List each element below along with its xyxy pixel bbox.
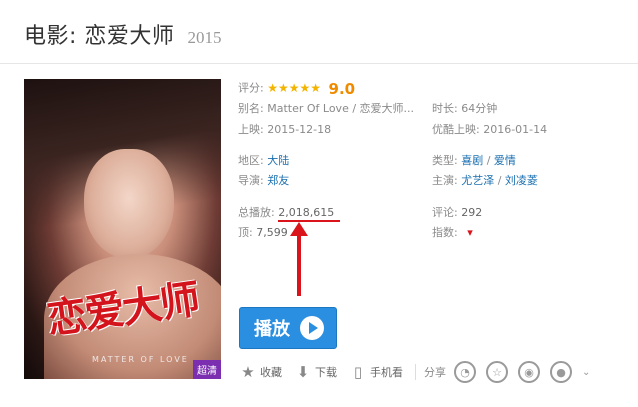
- youku-release-value: 2016-01-14: [483, 123, 548, 136]
- annotation-arrow: [297, 232, 301, 296]
- half-star-icon: ★: [310, 81, 322, 95]
- region-row: 地区: 大陆: [238, 153, 289, 169]
- header-divider: [0, 63, 638, 64]
- star-icon: ★: [267, 81, 278, 95]
- comments-value: 292: [461, 206, 483, 219]
- action-bar: ★ 收藏 ⬇ 下载 ▯ 手机看 分享 ◔ ☆ ◉ ● ⌄: [239, 361, 590, 383]
- genre-link[interactable]: 喜剧: [461, 154, 483, 167]
- youku-release-row: 优酷上映: 2016-01-14: [432, 122, 547, 138]
- comments-row: 评论: 292: [432, 205, 482, 221]
- poster-face: [84, 149, 174, 259]
- genre-label: 类型:: [432, 154, 458, 167]
- alias-row: 别名: Matter Of Love / 恋爱大师...: [238, 101, 414, 117]
- poster-subtitle-art: MATTER OF LOVE: [92, 355, 189, 364]
- plays-value: 2,018,615: [278, 206, 335, 219]
- play-icon: [300, 316, 324, 340]
- star-icon: ★: [299, 81, 311, 95]
- favorite-button[interactable]: ★ 收藏: [239, 363, 282, 381]
- region-link[interactable]: 大陆: [267, 154, 289, 167]
- youku-release-label: 优酷上映:: [432, 123, 480, 136]
- mobile-label: 手机看: [370, 366, 403, 379]
- index-label: 指数:: [432, 226, 458, 239]
- cast-separator: /: [497, 174, 505, 187]
- likes-row: 顶: 7,599: [238, 225, 288, 241]
- director-label: 导演:: [238, 174, 264, 187]
- rating-stars: ★★★★★: [267, 80, 321, 97]
- plays-row: 总播放: 2,018,615: [238, 205, 334, 221]
- movie-title: 电影: 恋爱大师: [24, 24, 175, 49]
- favorite-star-icon[interactable]: ☆: [486, 361, 508, 383]
- cast-link[interactable]: 尤艺泽: [461, 174, 494, 187]
- plays-underline: [278, 220, 340, 222]
- release-row: 上映: 2015-12-18: [238, 122, 331, 138]
- genre-row: 类型: 喜剧 / 爱情: [432, 153, 516, 169]
- likes-value: 7,599: [256, 226, 288, 239]
- genre-separator: /: [486, 154, 494, 167]
- movie-year: 2015: [187, 28, 222, 47]
- star-icon: ★: [288, 81, 300, 95]
- star-icon: ★: [277, 81, 289, 95]
- plays-label: 总播放:: [238, 206, 275, 219]
- play-button[interactable]: 播放: [239, 307, 337, 349]
- download-icon: ⬇: [296, 363, 310, 381]
- index-row: 指数: ▾: [432, 225, 473, 241]
- genre-link[interactable]: 爱情: [494, 154, 516, 167]
- qq-icon[interactable]: ●: [550, 361, 572, 383]
- duration-label: 时长:: [432, 102, 458, 115]
- comments-label: 评论:: [432, 206, 458, 219]
- chevron-down-icon[interactable]: ⌄: [582, 367, 590, 378]
- cast-row: 主演: 尤艺泽 / 刘凌菱: [432, 173, 538, 189]
- weibo-icon[interactable]: ◉: [518, 361, 540, 383]
- play-button-label: 播放: [254, 319, 290, 340]
- movie-poster[interactable]: 恋爱大师 MATTER OF LOVE 超清: [24, 79, 221, 379]
- cast-link[interactable]: 刘凌菱: [505, 174, 538, 187]
- cast-label: 主演:: [432, 174, 458, 187]
- trend-icon: ▾: [467, 226, 473, 239]
- download-label: 下载: [315, 366, 337, 379]
- release-value: 2015-12-18: [267, 123, 332, 136]
- action-divider: [415, 364, 416, 380]
- release-label: 上映:: [238, 123, 264, 136]
- duration-row: 时长: 64分钟: [432, 101, 497, 117]
- page-title: 电影: 恋爱大师 2015: [24, 18, 222, 58]
- rating-row: 评分: ★★★★★ 9.0: [238, 79, 356, 98]
- duration-value: 64分钟: [461, 102, 498, 115]
- likes-label: 顶:: [238, 226, 253, 239]
- download-button[interactable]: ⬇ 下载: [294, 363, 337, 381]
- alias-value: Matter Of Love / 恋爱大师...: [267, 102, 415, 115]
- quality-badge: 超清: [193, 360, 221, 379]
- wechat-icon[interactable]: ◔: [454, 361, 476, 383]
- mobile-watch-button[interactable]: ▯ 手机看: [349, 363, 403, 381]
- director-link[interactable]: 郑友: [267, 174, 289, 187]
- phone-icon: ▯: [353, 363, 363, 381]
- favorite-label: 收藏: [260, 366, 282, 379]
- share-label: 分享: [424, 366, 446, 379]
- star-icon: ★: [241, 363, 255, 381]
- rating-label: 评分:: [238, 81, 264, 95]
- rating-score: 9.0: [328, 79, 356, 98]
- region-label: 地区:: [238, 154, 264, 167]
- director-row: 导演: 郑友: [238, 173, 289, 189]
- alias-label: 别名:: [238, 102, 264, 115]
